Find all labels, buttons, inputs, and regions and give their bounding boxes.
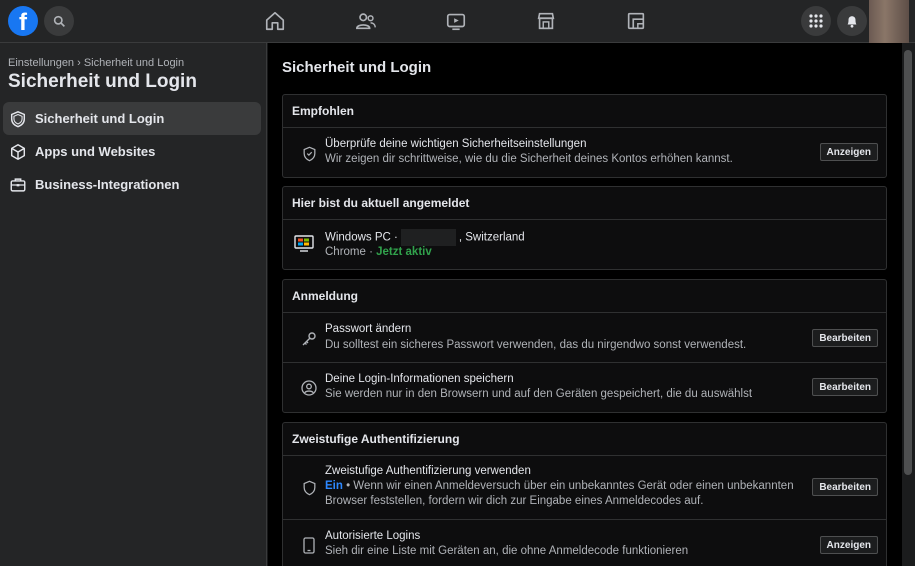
- sidebar-item-label: Apps und Websites: [35, 144, 156, 159]
- top-navigation-bar: f: [0, 0, 915, 43]
- two-factor-card: Zweistufige Authentifizierung Zweistufig…: [282, 422, 887, 566]
- security-checkup-row[interactable]: Überprüfe deine wichtigen Sicherheitsein…: [283, 128, 886, 177]
- page-title: Sicherheit und Login: [282, 59, 432, 76]
- sidebar-item-label: Sicherheit und Login: [35, 111, 165, 126]
- profile-avatar[interactable]: [869, 0, 909, 43]
- row-description: Wir zeigen dir schrittweise, wie du die …: [325, 153, 733, 165]
- menu-button[interactable]: [801, 6, 831, 36]
- row-description: Sieh dir eine Liste mit Geräten an, die …: [325, 545, 689, 557]
- session-location: , Switzerland: [458, 231, 525, 244]
- two-factor-desc-1: • Wenn wir einen Anmeldeversuch über ein…: [342, 480, 794, 492]
- watch-icon[interactable]: [444, 9, 468, 33]
- mobile-device-icon: [299, 535, 319, 555]
- briefcase-icon: [7, 174, 29, 196]
- breadcrumb[interactable]: Einstellungen › Sicherheit und Login: [8, 57, 184, 69]
- row-title: Passwort ändern: [325, 323, 412, 335]
- shield-icon: [7, 108, 29, 130]
- friends-icon[interactable]: [354, 9, 378, 33]
- cube-icon: [7, 141, 29, 163]
- row-title: Deine Login-Informationen speichern: [325, 373, 514, 385]
- key-icon: [299, 329, 319, 349]
- section-heading: Empfohlen: [283, 95, 886, 128]
- menu-grid-icon: [809, 14, 823, 28]
- device-name: Windows PC ·: [325, 231, 398, 244]
- groups-icon[interactable]: [624, 9, 648, 33]
- search-button[interactable]: [44, 6, 74, 36]
- row-description-line1: Ein • Wenn wir einen Anmeldeversuch über…: [325, 480, 794, 492]
- sidebar-title: Sicherheit und Login: [8, 71, 197, 92]
- shield-icon: [299, 478, 319, 498]
- row-title: Zweistufige Authentifizierung verwenden: [325, 465, 531, 477]
- row-description-line2: Browser feststellen, fordern wir dich zu…: [325, 495, 704, 507]
- active-sessions-card: Hier bist du aktuell angemeldet Windows …: [282, 186, 887, 270]
- save-login-info-row[interactable]: Deine Login-Informationen speichern Sie …: [283, 363, 886, 412]
- active-now-status: Jetzt aktiv: [376, 246, 432, 258]
- row-description: Sie werden nur in den Browsern und auf d…: [325, 388, 753, 400]
- recommended-card: Empfohlen Überprüfe deine wichtigen Sich…: [282, 94, 887, 178]
- home-icon[interactable]: [263, 9, 287, 33]
- facebook-logo[interactable]: f: [8, 6, 38, 36]
- authorized-logins-row[interactable]: Autorisierte Logins Sieh dir eine Liste …: [283, 520, 886, 566]
- section-heading: Zweistufige Authentifizierung: [283, 423, 886, 456]
- notifications-button[interactable]: [837, 6, 867, 36]
- redacted-location: [400, 229, 456, 246]
- session-browser: Chrome · Jetzt aktiv: [325, 246, 432, 258]
- browser-name: Chrome ·: [325, 246, 373, 258]
- sidebar-item-label: Business-Integrationen: [35, 177, 180, 192]
- notifications-icon: [847, 16, 857, 28]
- sidebar-item-security-login[interactable]: Sicherheit und Login: [3, 102, 261, 135]
- marketplace-icon[interactable]: [534, 9, 558, 33]
- login-card: Anmeldung Passwort ändern Du solltest ei…: [282, 279, 887, 413]
- shield-check-icon: [299, 144, 319, 164]
- sidebar-item-apps-websites[interactable]: Apps und Websites: [3, 135, 261, 168]
- search-icon: [53, 15, 65, 27]
- row-description: Du solltest ein sicheres Passwort verwen…: [325, 339, 747, 351]
- main-content: Sicherheit und Login Empfohlen Überprüfe…: [268, 43, 902, 566]
- row-title: Überprüfe deine wichtigen Sicherheitsein…: [325, 138, 587, 150]
- user-circle-icon: [299, 378, 319, 398]
- scrollbar-thumb[interactable]: [904, 50, 912, 475]
- facebook-logo-letter: f: [19, 9, 27, 36]
- windows-pc-icon: [294, 234, 314, 254]
- edit-two-factor-button[interactable]: Bearbeiten: [812, 478, 878, 496]
- change-password-row[interactable]: Passwort ändern Du solltest ein sicheres…: [283, 313, 886, 363]
- settings-sidebar: Einstellungen › Sicherheit und Login Sic…: [0, 43, 267, 566]
- show-security-checkup-button[interactable]: Anzeigen: [819, 143, 878, 161]
- two-factor-status: Ein: [325, 480, 343, 492]
- session-device: Windows PC · , Switzerland: [325, 229, 525, 246]
- row-title: Autorisierte Logins: [325, 530, 421, 542]
- edit-password-button[interactable]: Bearbeiten: [812, 329, 878, 347]
- section-heading: Anmeldung: [283, 280, 886, 313]
- section-heading: Hier bist du aktuell angemeldet: [283, 187, 886, 220]
- edit-save-login-button[interactable]: Bearbeiten: [812, 378, 878, 396]
- use-two-factor-row[interactable]: Zweistufige Authentifizierung verwenden …: [283, 456, 886, 520]
- session-row[interactable]: Windows PC · , Switzerland Chrome · Jetzt…: [283, 220, 886, 269]
- show-authorized-logins-button[interactable]: Anzeigen: [819, 536, 878, 554]
- sidebar-item-business-integrations[interactable]: Business-Integrationen: [3, 168, 261, 201]
